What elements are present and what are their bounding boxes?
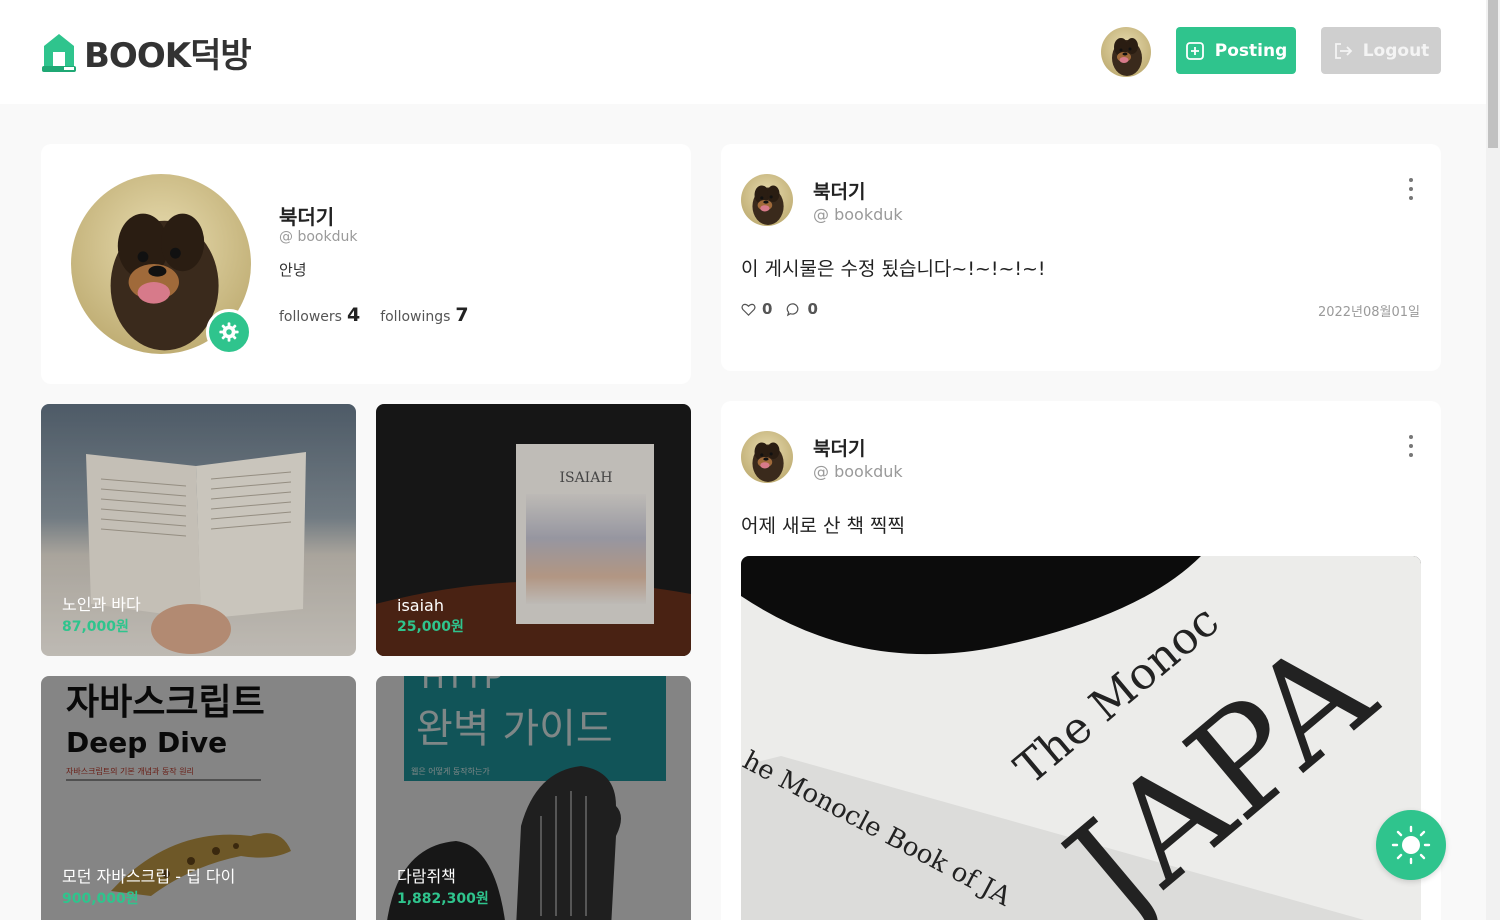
monocle-book-photo: The Monoc JAPA he Monocle Book of JA xyxy=(741,556,1421,920)
post-date: 2022년08월01일 xyxy=(1317,305,1420,320)
product-card[interactable]: HTTP 완벽 가이드 웹은 어떻게 동작하는가 다람쥐책 1,882,300원 xyxy=(376,676,691,920)
comment-icon[interactable] xyxy=(786,302,801,317)
post-card: 북더기 @ bookduk 어제 새로 산 책 찍찍 The Monoc JAP… xyxy=(721,401,1441,920)
post-author-handle: @ bookduk xyxy=(813,205,903,224)
more-options-icon[interactable] xyxy=(1407,435,1415,461)
product-price: 1,882,300원 xyxy=(397,891,489,907)
like-count: 0 xyxy=(762,300,773,318)
product-card[interactable]: 노인과 바다 87,000원 xyxy=(41,404,356,656)
user-avatar[interactable] xyxy=(1101,27,1151,77)
post-author-name[interactable]: 북더기 xyxy=(813,177,865,204)
home-book-icon xyxy=(42,34,76,72)
profile-name: 북더기 xyxy=(279,205,335,229)
product-price: 900,000원 xyxy=(62,891,139,907)
follow-stats: followers 4 followings 7 xyxy=(279,304,489,326)
profile-intro: 안녕 xyxy=(279,261,307,279)
sun-icon xyxy=(1391,825,1431,865)
profile-card: 북더기 @ bookduk 안녕 followers 4 followings … xyxy=(41,144,691,384)
post-card: 북더기 @ bookduk 이 게시물은 수정 됬습니다~!~!~!~! 0 0… xyxy=(721,144,1441,371)
product-name: 모던 자바스크립 - 딥 다이 xyxy=(62,867,236,886)
plus-square-icon xyxy=(1185,41,1204,60)
post-author-avatar[interactable] xyxy=(741,431,793,483)
logout-icon xyxy=(1334,42,1352,59)
logo[interactable]: BOOK덕방 xyxy=(40,30,252,76)
product-name: 다람쥐책 xyxy=(397,867,456,886)
post-stats: 0 0 xyxy=(741,300,832,318)
logout-label: Logout xyxy=(1362,40,1430,61)
followers-count[interactable]: 4 xyxy=(347,304,360,326)
followings-label[interactable]: followings xyxy=(380,309,450,325)
followings-count[interactable]: 7 xyxy=(455,304,468,326)
post-author-avatar[interactable] xyxy=(741,174,793,226)
more-options-icon[interactable] xyxy=(1407,178,1415,204)
post-image[interactable]: The Monoc JAPA he Monocle Book of JA xyxy=(741,556,1421,920)
followers-label[interactable]: followers xyxy=(279,309,342,325)
posting-button[interactable]: Posting xyxy=(1176,27,1296,74)
logout-button[interactable]: Logout xyxy=(1321,27,1441,74)
product-card[interactable]: ISAIAH isaiah 25,000원 xyxy=(376,404,691,656)
gear-icon xyxy=(219,322,239,342)
product-price: 87,000원 xyxy=(62,619,129,635)
post-content: 이 게시물은 수정 됬습니다~!~!~!~! xyxy=(741,258,1046,280)
post-author-handle: @ bookduk xyxy=(813,462,903,481)
product-card[interactable]: 자바스크립트 Deep Dive 자바스크립트의 기본 개념과 동작 원리 모던… xyxy=(41,676,356,920)
post-content: 어제 새로 산 책 찍찍 xyxy=(741,515,905,537)
profile-settings-button[interactable] xyxy=(206,309,252,355)
product-name: 노인과 바다 xyxy=(62,595,141,614)
scrollbar-thumb[interactable] xyxy=(1488,0,1498,148)
post-author-name[interactable]: 북더기 xyxy=(813,434,865,461)
posting-label: Posting xyxy=(1214,40,1288,61)
comment-count: 0 xyxy=(807,300,818,318)
product-name: isaiah xyxy=(397,596,444,615)
top-header: BOOK덕방 Posting Logout xyxy=(0,0,1486,104)
profile-handle: @ bookduk xyxy=(279,229,358,245)
product-price: 25,000원 xyxy=(397,619,464,635)
heart-icon[interactable] xyxy=(741,302,756,317)
logo-text: BOOK덕방 xyxy=(84,35,252,76)
theme-toggle-button[interactable] xyxy=(1376,810,1446,880)
page-scrollbar[interactable] xyxy=(1486,0,1500,920)
